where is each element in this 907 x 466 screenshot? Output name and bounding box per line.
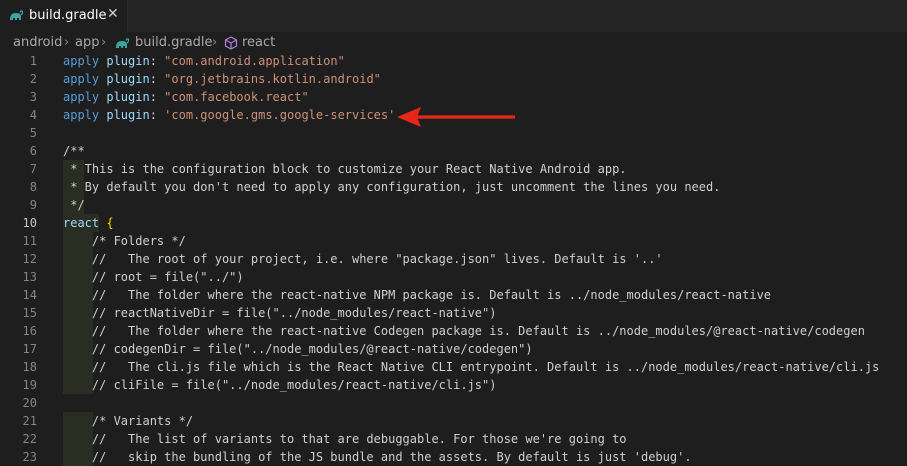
code-line[interactable]: // The root of your project, i.e. where …: [63, 250, 663, 268]
code-token: // The folder where the react-native Cod…: [63, 324, 865, 338]
code-token: 'com.google.gms.google-services': [164, 108, 396, 122]
code-line[interactable]: // The folder where the react-native Cod…: [63, 322, 865, 340]
code-token: apply: [63, 72, 100, 86]
line-number: 14: [22, 288, 37, 302]
line-number: 4: [29, 108, 37, 122]
code-line[interactable]: apply plugin: "com.android.application": [63, 52, 345, 70]
code-line[interactable]: react {: [63, 214, 114, 232]
code-token: apply: [63, 90, 100, 104]
gradle-elephant-icon: [114, 37, 130, 51]
code-line[interactable]: // The list of variants to that are debu…: [63, 430, 627, 448]
line-number: 13: [22, 270, 37, 284]
line-number: 11: [22, 234, 37, 248]
code-line[interactable]: */: [63, 196, 85, 214]
code-token: :: [149, 108, 165, 122]
breadcrumb-android[interactable]: android: [13, 35, 62, 50]
code-token: * By default you don't need to apply any…: [63, 180, 721, 194]
line-number: 22: [22, 432, 37, 446]
tab-build-gradle[interactable]: build.gradle ✕: [0, 0, 128, 32]
code-token: "com.facebook.react": [164, 90, 309, 104]
code-token: /* Folders */: [63, 234, 186, 248]
code-token: react: [63, 216, 100, 230]
code-token: // The list of variants to that are debu…: [63, 432, 627, 446]
code-token: // The folder where the react-native NPM…: [63, 288, 772, 302]
code-line[interactable]: /* Variants */: [63, 412, 193, 430]
line-number: 8: [29, 180, 37, 194]
line-number: 12: [22, 252, 37, 266]
code-token: apply: [63, 108, 100, 122]
line-number: 5: [29, 126, 37, 140]
code-line[interactable]: // skip the bundling of the JS bundle an…: [63, 448, 692, 466]
code-token: "com.android.application": [164, 54, 345, 68]
line-number: 21: [22, 414, 37, 428]
code-token: apply: [63, 54, 100, 68]
code-line[interactable]: apply plugin: "org.jetbrains.kotlin.andr…: [63, 70, 381, 88]
code-line[interactable]: // root = file("../"): [63, 268, 244, 286]
code-token: // The cli.js file which is the React Na…: [63, 360, 880, 374]
line-number: 16: [22, 324, 37, 338]
code-token: :: [149, 90, 165, 104]
gradle-elephant-icon: [8, 8, 24, 22]
code-token: */: [63, 198, 85, 212]
code-line[interactable]: // reactNativeDir = file("../node_module…: [63, 304, 497, 322]
code-token: // The root of your project, i.e. where …: [63, 252, 663, 266]
breadcrumb-app[interactable]: app: [75, 35, 99, 50]
breadcrumb-react[interactable]: react: [242, 35, 275, 50]
close-icon[interactable]: ✕: [107, 6, 119, 22]
code-token: :: [149, 54, 165, 68]
code-line[interactable]: * By default you don't need to apply any…: [63, 178, 720, 196]
code-token: // cliFile = file("../node_modules/react…: [63, 378, 497, 392]
line-number: 2: [29, 72, 37, 86]
line-number: 6: [29, 144, 37, 158]
tab-label: build.gradle: [29, 8, 107, 23]
chevron-right-icon: ›: [212, 35, 218, 50]
chevron-right-icon: ›: [64, 35, 70, 50]
code-line[interactable]: // The cli.js file which is the React Na…: [63, 358, 880, 376]
code-token: plugin: [106, 72, 150, 86]
code-token: plugin: [106, 108, 150, 122]
line-number: 7: [29, 162, 37, 176]
code-line[interactable]: // cliFile = file("../node_modules/react…: [63, 376, 497, 394]
line-number: 17: [22, 342, 37, 356]
code-token: * This is the configuration block to cus…: [63, 162, 627, 176]
line-number: 1: [29, 54, 37, 68]
breadcrumb: android › app › build.gradle › react: [0, 32, 907, 54]
code-token: // codegenDir = file("../node_modules/@r…: [63, 342, 533, 356]
line-number: 3: [29, 90, 37, 104]
line-number: 9: [29, 198, 37, 212]
code-token: plugin: [106, 54, 150, 68]
code-token: /**: [63, 144, 85, 158]
code-line[interactable]: /**: [63, 142, 85, 160]
cube-icon: [224, 36, 238, 50]
code-token: plugin: [106, 90, 150, 104]
code-token: /* Variants */: [63, 414, 194, 428]
code-line[interactable]: /* Folders */: [63, 232, 186, 250]
breadcrumb-build-gradle[interactable]: build.gradle: [135, 35, 213, 50]
code-line[interactable]: // codegenDir = file("../node_modules/@r…: [63, 340, 533, 358]
code-token: :: [149, 72, 165, 86]
code-line[interactable]: * This is the configuration block to cus…: [63, 160, 627, 178]
code-token: // reactNativeDir = file("../node_module…: [63, 306, 497, 320]
tab-bar: build.gradle ✕: [0, 0, 907, 32]
code-token: // root = file("../"): [63, 270, 244, 284]
line-number: 19: [22, 378, 37, 392]
line-number: 18: [22, 360, 37, 374]
red-arrow-annotation: [397, 107, 515, 127]
line-number: 23: [22, 450, 37, 464]
line-number: 20: [22, 396, 37, 410]
line-number: 10: [22, 216, 37, 230]
code-line[interactable]: apply plugin: 'com.google.gms.google-ser…: [63, 106, 395, 124]
code-token: "org.jetbrains.kotlin.android": [164, 72, 381, 86]
code-line[interactable]: // The folder where the react-native NPM…: [63, 286, 771, 304]
line-number: 15: [22, 306, 37, 320]
code-line[interactable]: apply plugin: "com.facebook.react": [63, 88, 309, 106]
code-token: // skip the bundling of the JS bundle an…: [63, 450, 692, 464]
code-token: {: [106, 216, 114, 230]
chevron-right-icon: ›: [101, 35, 107, 50]
